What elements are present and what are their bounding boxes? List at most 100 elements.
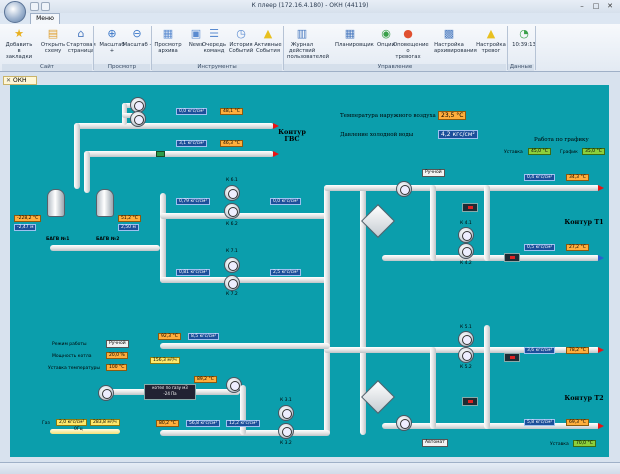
pump-icon[interactable] (224, 185, 240, 201)
history-icon: ◷ (236, 27, 246, 40)
pump-icon[interactable] (396, 181, 412, 197)
boiler-flow: 156,3 м³/ч (150, 357, 180, 364)
title-bar: К плеер (172.16.4.180) - ОКН (44119) – □… (0, 0, 620, 13)
meter-icon (462, 397, 478, 406)
ribbon-button-zoom-out[interactable]: ⊖ Масштаб - (122, 27, 152, 48)
ribbon-button-home[interactable]: ⌂ Стартовая страница (66, 27, 96, 54)
mode-value-button[interactable]: Ручной (106, 340, 129, 348)
t1-title: Контур Т1 (564, 218, 604, 226)
mid-pressure-2: 0,0 кгс/см² (270, 198, 302, 205)
home-icon: ⌂ (77, 27, 85, 40)
ribbon-button-star[interactable]: ★ Добавить в закладки (4, 27, 34, 60)
ribbon-button-label: Стартовая страница (66, 42, 96, 54)
app-menu-orb[interactable] (4, 1, 26, 23)
ribbon-button-label: Журнал действий пользователей (287, 42, 330, 60)
pump-icon[interactable] (458, 331, 474, 347)
ribbon-button-label: Настройка тревог (476, 42, 506, 54)
gas-pipe (50, 429, 120, 434)
ribbon-button-archive-settings[interactable]: ▩ Настройка архивирования (434, 27, 477, 54)
pipe (430, 347, 436, 429)
pump-icon[interactable] (458, 347, 474, 363)
minimize-icon[interactable]: – (576, 1, 588, 11)
ribbon-tab-row (0, 13, 620, 24)
valve-icon[interactable] (156, 151, 165, 157)
pump-icon[interactable] (396, 415, 412, 431)
pipe (160, 343, 330, 349)
mid-pressure-1: 0,79 кгс/см² (176, 198, 211, 205)
boiler-pressure-out: 8,5 кгс/см² (188, 333, 220, 340)
boiler-side-temp: 89,2 °С (194, 376, 217, 383)
boiler-return-pressure: 56,8 кгс/см² (186, 420, 221, 427)
pipe (74, 123, 80, 189)
ribbon-group-label: Просмотр (94, 64, 150, 71)
alarm-icon: ● (403, 27, 413, 40)
ribbon-button-label: Очередь команд (202, 42, 226, 54)
pipe (50, 245, 160, 251)
options-icon: ◉ (381, 27, 391, 40)
tank-bagv1 (47, 189, 65, 217)
star-icon: ★ (14, 27, 24, 40)
flow-arrow-icon (598, 185, 604, 191)
power-value[interactable]: 20,0 % (106, 352, 128, 359)
ribbon-button-scheduler[interactable]: ▦ Планировщик (335, 27, 374, 48)
ribbon-button-history[interactable]: ◷ История Событий (226, 27, 256, 54)
tank-bagv2 (96, 189, 114, 217)
ribbon-button-warning[interactable]: ▲ Активные События (253, 27, 283, 54)
ribbon-button-label: Просмотр архива (154, 42, 182, 54)
t1-mode-button[interactable]: Ручной (422, 169, 445, 177)
k-label: К 3.1 (280, 398, 292, 403)
temp-set-value[interactable]: 100 °С (106, 364, 128, 371)
ribbon-button-label: Масштаб - (122, 42, 152, 48)
pump-icon[interactable] (458, 227, 474, 243)
ribbon-button-folder[interactable]: ▤ Открыть схему (38, 27, 68, 54)
zoom-out-icon: ⊖ (132, 27, 142, 40)
graph-value: 35,0 °С (582, 148, 605, 155)
ribbon-group-label: Инструменты (152, 64, 282, 71)
journal-icon: ▥ (296, 27, 308, 40)
t2-title: Контур Т2 (564, 394, 604, 402)
cold-water-value: 4,2 кгс/см² (438, 130, 478, 139)
ribbon-button-queue[interactable]: ☰ Очередь команд (199, 27, 229, 54)
maximize-icon[interactable]: □ (590, 1, 602, 11)
bagv1-temp: -228,2 °С (14, 215, 42, 222)
ribbon-button-label: Настройка архивирования (434, 42, 477, 54)
close-tab-icon[interactable]: ✕ (6, 77, 11, 85)
document-tab[interactable]: ✕ ОКН (3, 76, 37, 85)
pump-icon[interactable] (278, 405, 294, 421)
ribbon-button-archive[interactable]: ▦ Просмотр архива (153, 27, 183, 54)
bagv2-temp: 51,2 °С (118, 215, 141, 222)
pipe (74, 123, 274, 129)
tab-menu[interactable]: Меню (30, 13, 60, 24)
t2-temp-1: 78,2 °С (566, 347, 589, 354)
pump-icon[interactable] (458, 243, 474, 259)
meter-icon (504, 253, 520, 262)
k-label: К 5.2 (460, 365, 472, 370)
ribbon-separator (535, 26, 536, 70)
boiler-pressure-3: 12,2 кгс/см² (226, 420, 261, 427)
t1-pressure-2: 0,5 кгс/см² (524, 244, 556, 251)
bagv2-level: 2,50 м (118, 224, 139, 231)
ribbon-button-alarm[interactable]: ● Оповещение о тревогах (393, 27, 429, 60)
burner-icon[interactable] (98, 385, 114, 401)
pump-icon[interactable] (224, 257, 240, 273)
ribbon-button-label: 10:39:13 (512, 42, 536, 48)
pump-icon[interactable] (224, 203, 240, 219)
zoom-in-icon: ⊕ (107, 27, 117, 40)
t2-mode-button[interactable]: Автомат (422, 439, 448, 447)
graph-label: График (560, 150, 578, 155)
pump-icon[interactable] (224, 275, 240, 291)
close-icon[interactable]: ✕ (604, 1, 616, 11)
outdoor-temp-label: Температура наружного воздуха (340, 113, 436, 119)
pump-icon[interactable] (278, 423, 294, 439)
pipe (160, 213, 330, 219)
pump-icon[interactable] (130, 111, 146, 127)
flow-arrow-icon (598, 423, 604, 429)
ribbon-button-journal[interactable]: ▥ Журнал действий пользователей (287, 27, 329, 60)
pipe (84, 151, 274, 157)
gvs-pressure-1: 0,0 кгс/см² (176, 108, 208, 115)
ribbon-button-label: Добавить в закладки (5, 42, 33, 60)
ribbon-button-alarm-settings[interactable]: ▲ Настройка тревог (476, 27, 506, 54)
flow-arrow-icon (273, 151, 279, 157)
mode-label: Режим работы (52, 342, 87, 347)
heat-exchanger-icon (361, 380, 395, 414)
